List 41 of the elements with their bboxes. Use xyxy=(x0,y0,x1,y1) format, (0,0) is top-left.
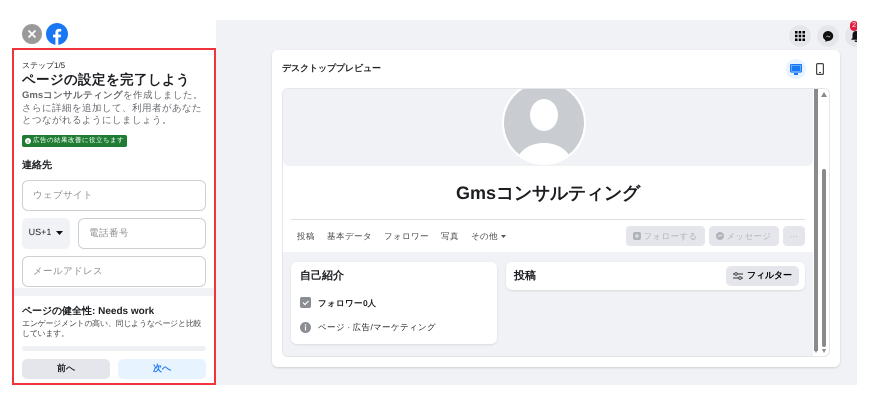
section-label: 連絡先 xyxy=(22,158,53,173)
input-field[interactable]: メールアドレス xyxy=(22,256,206,287)
logo-icon[interactable] xyxy=(46,23,68,45)
followers-count: フォロワー0人 xyxy=(318,296,377,310)
category-text: ページ · 広告/マーケティング xyxy=(318,321,436,334)
plus-icon xyxy=(632,232,640,240)
filter-button[interactable]: フィルター xyxy=(726,266,799,286)
sliders-icon xyxy=(733,272,743,280)
info-icon xyxy=(25,138,31,144)
input-field[interactable]: 電話番号 xyxy=(78,218,206,249)
grid-icon xyxy=(795,31,805,41)
close-icon[interactable] xyxy=(22,24,42,44)
step-label: ステップ1/5 xyxy=(22,60,66,72)
caret-icon xyxy=(501,234,506,238)
intro-title: 自己紹介 xyxy=(300,268,345,284)
panel-description: Gmsコンサルティングを作成しました。さらに詳細を追加して、利用者があなたとつながれるようにしましょう。 xyxy=(22,90,204,128)
apps-button[interactable] xyxy=(789,25,811,47)
page-tab[interactable]: 投稿 xyxy=(291,230,321,242)
desktop-view-button[interactable] xyxy=(786,59,806,79)
health-title: ページの健全性: Needs work xyxy=(22,304,156,319)
health-description: エンゲージメントの高い、同じようなページと比較しています。 xyxy=(22,318,202,340)
page-tab[interactable]: 基本データ xyxy=(321,230,378,242)
panel-title: ページの設定を完了しよう xyxy=(22,72,191,88)
phone-icon xyxy=(816,63,824,75)
caret-icon xyxy=(56,231,64,236)
input-field[interactable]: ウェブサイト xyxy=(22,180,206,211)
posts-title: 投稿 xyxy=(514,268,536,284)
page-tab[interactable]: 写真 xyxy=(435,230,465,242)
page-tab[interactable]: その他 xyxy=(465,230,512,242)
chat-bubble-icon xyxy=(822,30,834,42)
monitor-icon xyxy=(790,64,802,74)
checkbox-icon xyxy=(300,297,311,308)
chat-bubble-icon xyxy=(716,232,724,240)
info-icon xyxy=(300,322,311,334)
page-tab[interactable]: フォロワー xyxy=(378,230,435,242)
next-button[interactable]: 次へ xyxy=(118,359,206,379)
messenger-button[interactable] xyxy=(817,25,839,47)
page-name: Gmsコンサルティング xyxy=(454,182,642,205)
back-button[interactable]: 前へ xyxy=(22,359,110,379)
preview-title: デスクトッププレビュー xyxy=(282,62,381,76)
country-code-select[interactable]: US+1 xyxy=(22,218,70,249)
